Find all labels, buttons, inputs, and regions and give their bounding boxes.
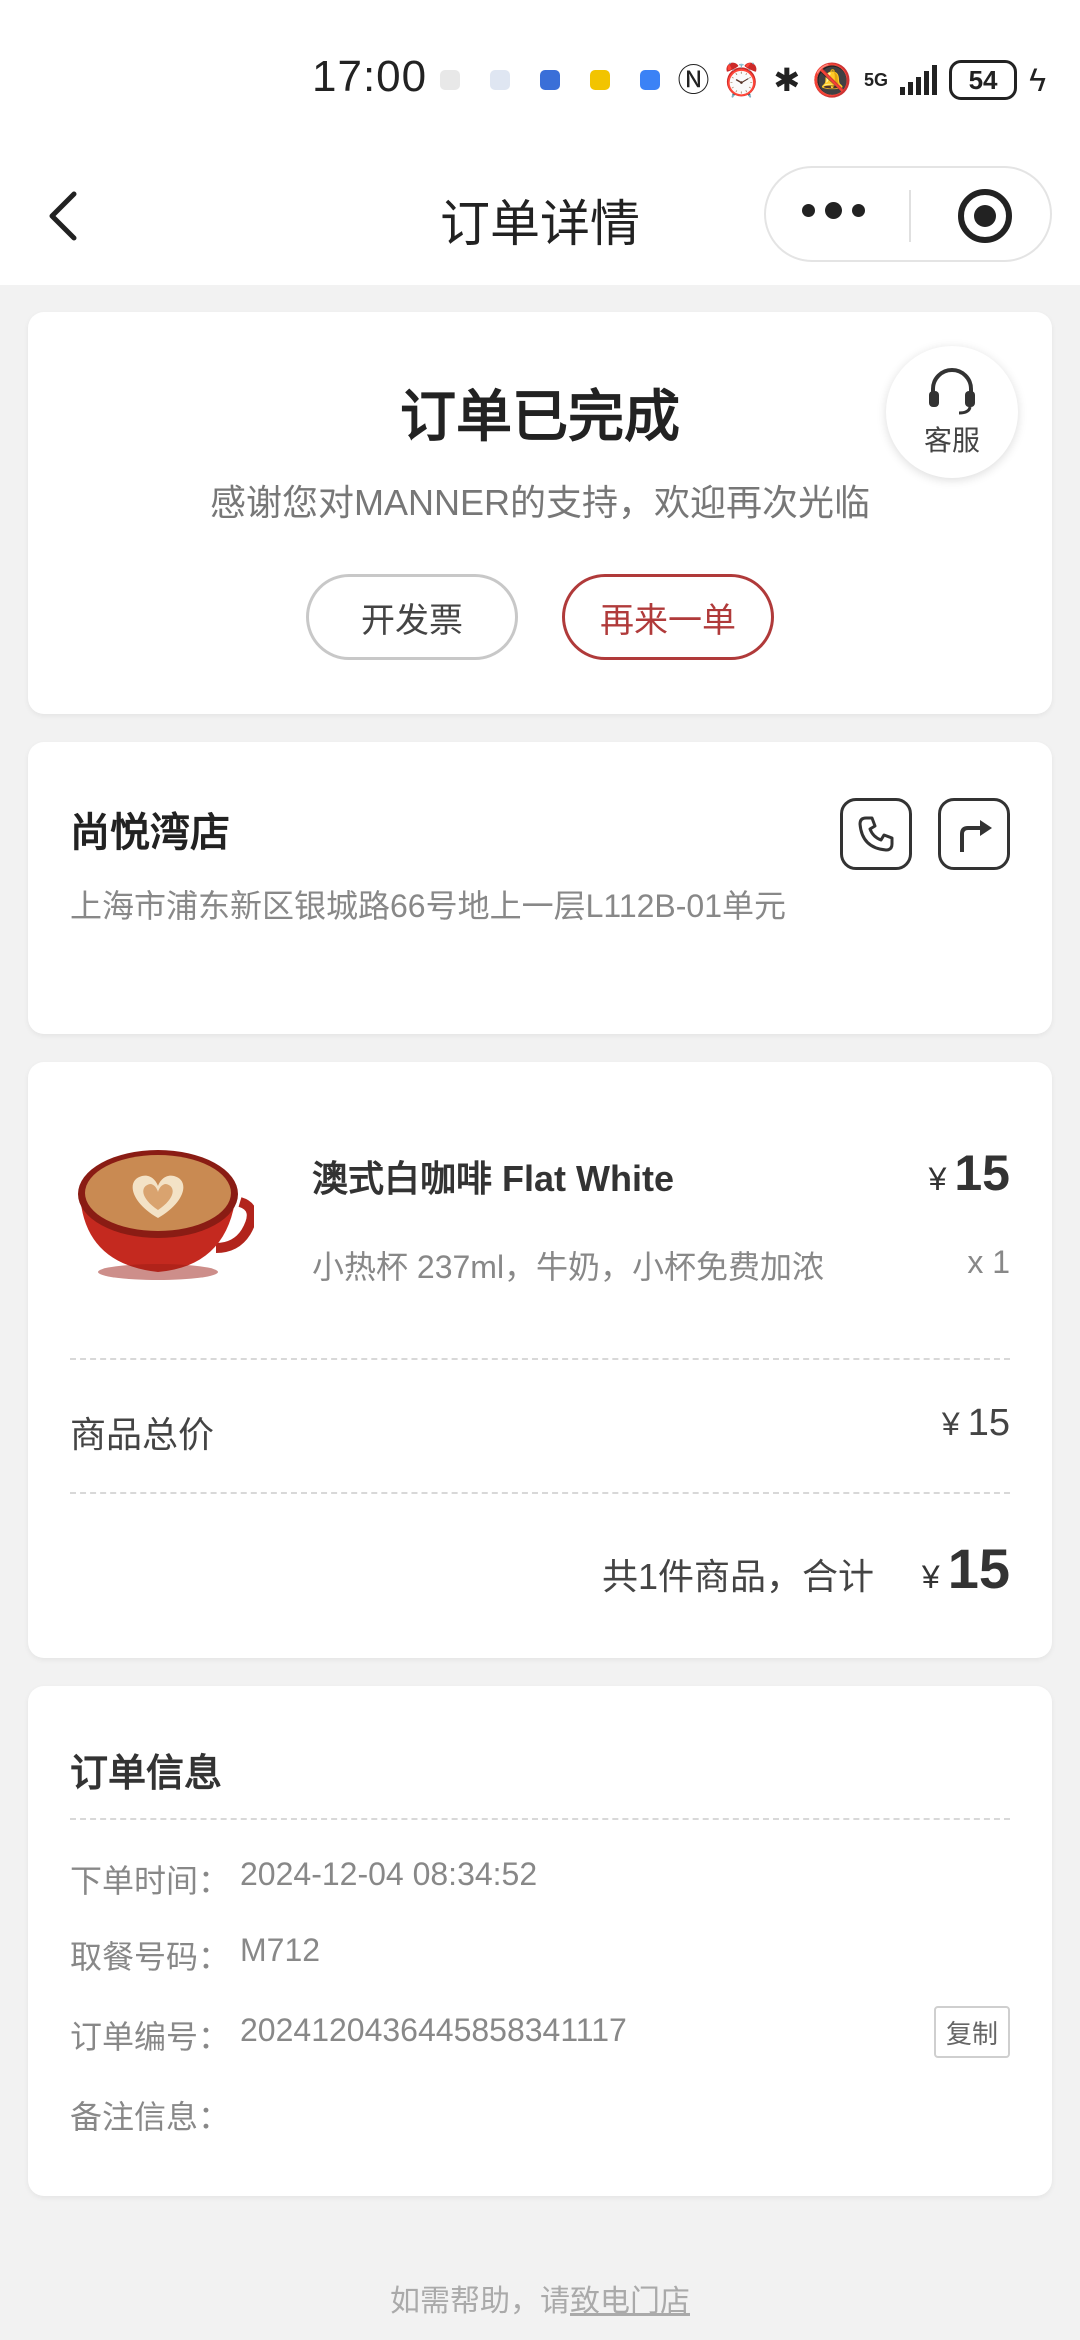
- order-time-row: 下单时间： 2024-12-04 08:34:52: [70, 1856, 537, 1902]
- product-price-value: 15: [954, 1145, 1010, 1201]
- network-label: 5G: [864, 70, 889, 90]
- product-spec: 小热杯 237ml，牛奶，小杯免费加浓: [312, 1249, 825, 1285]
- notification-icon: [590, 70, 610, 90]
- capsule-divider: [909, 190, 911, 242]
- pickup-code-value: M712: [240, 1932, 321, 1968]
- currency-symbol: ¥: [941, 1406, 960, 1442]
- navigate-button[interactable]: [938, 798, 1010, 870]
- order-status-subtitle: 感谢您对MANNER的支持，欢迎再次光临: [209, 482, 870, 523]
- total-amount: 15: [947, 1537, 1010, 1600]
- total-value: ¥15: [922, 1536, 1010, 1601]
- divider: [70, 1358, 1010, 1360]
- notification-icon: [440, 70, 460, 90]
- currency-symbol: ¥: [921, 1559, 940, 1595]
- alarm-icon: ⏰: [721, 62, 762, 98]
- store-address: 上海市浦东新区银城路66号地上一层L112B-01单元: [70, 888, 787, 924]
- reorder-button[interactable]: 再来一单: [562, 574, 774, 660]
- product-name: 澳式白咖啡 Flat White: [312, 1158, 674, 1199]
- charging-icon: ϟ: [1029, 62, 1046, 98]
- invoice-button[interactable]: 开发票: [306, 574, 518, 660]
- product-price: ¥15: [929, 1144, 1010, 1202]
- headset-icon: [929, 368, 975, 415]
- target-icon[interactable]: [958, 189, 1012, 243]
- bluetooth-icon: ✱: [773, 62, 801, 98]
- status-time: 17:00: [312, 52, 428, 101]
- store-name: 尚悦湾店: [70, 811, 230, 855]
- phone-icon: [858, 816, 894, 852]
- pickup-code-row: 取餐号码： M712: [70, 1932, 320, 1978]
- notification-icons: [440, 70, 660, 90]
- coffee-cup-image: [78, 1150, 254, 1280]
- more-dots-icon[interactable]: [802, 202, 865, 219]
- order-time-label: 下单时间：: [70, 1863, 231, 1899]
- order-number-row: 订单编号： 2024120436445858341117: [70, 2012, 627, 2058]
- status-bar: 17:00 Ⓝ ⏰ ✱ 🔕 5G 54 ϟ: [0, 0, 1080, 150]
- footer-help: 如需帮助，请致电门店: [0, 2276, 1080, 2320]
- pickup-code-label: 取餐号码：: [70, 1939, 231, 1975]
- notification-icon: [490, 70, 510, 90]
- battery-icon: 54: [949, 60, 1018, 100]
- product-card: 澳式白咖啡 Flat White ¥15 小热杯 237ml，牛奶，小杯免费加浓…: [28, 1062, 1052, 1658]
- order-number-value: 2024120436445858341117: [240, 2012, 627, 2048]
- notification-icon: [640, 70, 660, 90]
- order-status-card: 订单已完成 感谢您对MANNER的支持，欢迎再次光临 开发票 再来一单 客服: [28, 312, 1052, 714]
- footer-help-text: 如需帮助，请: [390, 2285, 570, 2318]
- miniprogram-capsule: [764, 166, 1052, 262]
- divider: [70, 1818, 1010, 1820]
- route-icon: [960, 820, 992, 852]
- call-store-link[interactable]: 致电门店: [570, 2285, 690, 2318]
- battery-level: 54: [968, 64, 998, 95]
- signal-icon: [900, 65, 938, 95]
- copy-order-number-button[interactable]: 复制: [934, 2006, 1010, 2058]
- product-quantity: x 1: [967, 1244, 1010, 1280]
- system-icons: Ⓝ ⏰ ✱ 🔕 5G 54 ϟ: [678, 58, 1046, 102]
- currency-symbol: ¥: [928, 1161, 947, 1197]
- order-info-card: 订单信息 下单时间： 2024-12-04 08:34:52 取餐号码： M71…: [28, 1686, 1052, 2196]
- mute-icon: 🔕: [812, 62, 853, 98]
- subtotal-amount: 15: [967, 1402, 1010, 1444]
- remark-label: 备注信息：: [70, 2099, 231, 2135]
- total-label: 共1件商品，合计: [601, 1556, 874, 1597]
- nfc-icon: Ⓝ: [677, 62, 710, 98]
- order-number-label: 订单编号：: [70, 2019, 231, 2055]
- order-info-title: 订单信息: [70, 1753, 223, 1795]
- nav-bar: 订单详情: [0, 150, 1080, 285]
- call-store-button[interactable]: [840, 798, 912, 870]
- subtotal-value: ¥15: [942, 1402, 1010, 1445]
- subtotal-label: 商品总价: [70, 1414, 215, 1455]
- notification-icon: [540, 70, 560, 90]
- remark-row: 备注信息：: [70, 2092, 240, 2138]
- customer-service-button[interactable]: 客服: [886, 346, 1018, 478]
- order-time-value: 2024-12-04 08:34:52: [240, 1856, 538, 1892]
- store-card: 尚悦湾店 上海市浦东新区银城路66号地上一层L112B-01单元: [28, 742, 1052, 1034]
- customer-service-label: 客服: [923, 425, 980, 456]
- divider: [70, 1492, 1010, 1494]
